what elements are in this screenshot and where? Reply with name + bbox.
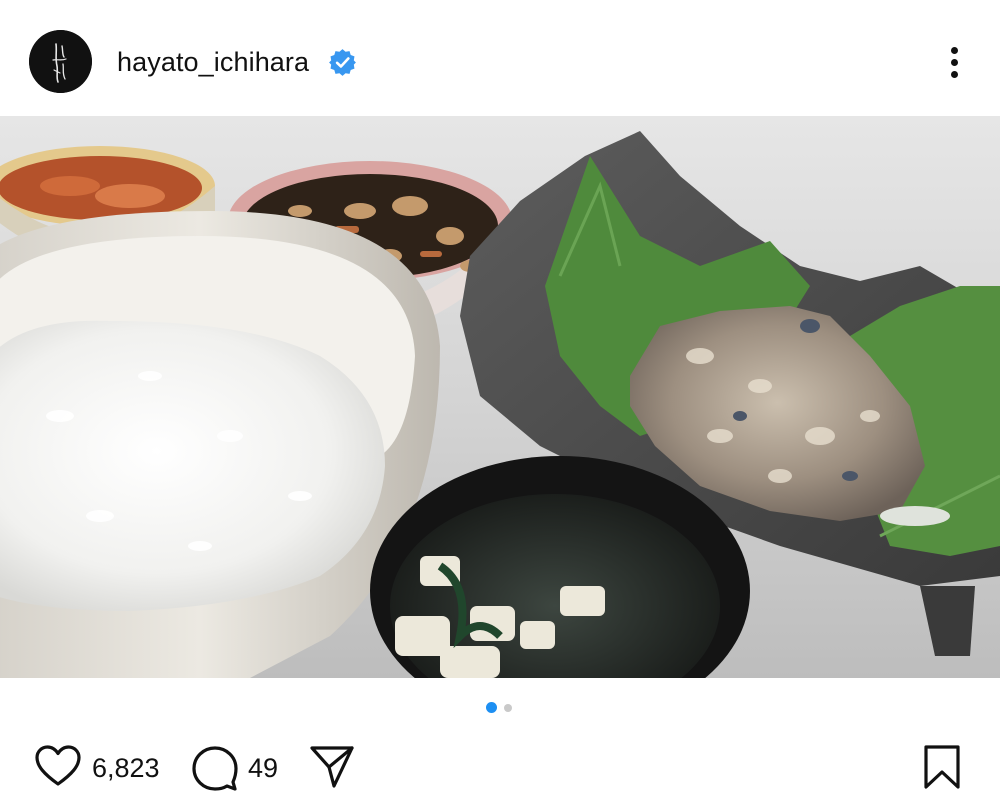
carousel-indicator (0, 702, 1000, 714)
heart-icon[interactable] (34, 744, 82, 788)
post-actions: 6,823 49 (0, 735, 1000, 808)
comment-count[interactable]: 49 (248, 752, 278, 784)
username[interactable]: hayato_ichihara (117, 45, 309, 79)
paper-plane-icon[interactable] (309, 744, 355, 790)
comment-bubble-icon[interactable] (191, 744, 239, 792)
verified-badge-icon (328, 48, 357, 77)
post-photo[interactable] (0, 116, 1000, 678)
carousel-dot-inactive[interactable] (504, 704, 512, 712)
like-count[interactable]: 6,823 (92, 752, 160, 784)
calligraphy-logo-icon (29, 30, 92, 93)
profile-avatar[interactable] (29, 30, 92, 93)
more-options-icon[interactable] (940, 44, 970, 80)
bookmark-icon[interactable] (921, 744, 963, 790)
post-header: hayato_ichihara (0, 0, 1000, 116)
carousel-dot-active[interactable] (486, 702, 497, 713)
